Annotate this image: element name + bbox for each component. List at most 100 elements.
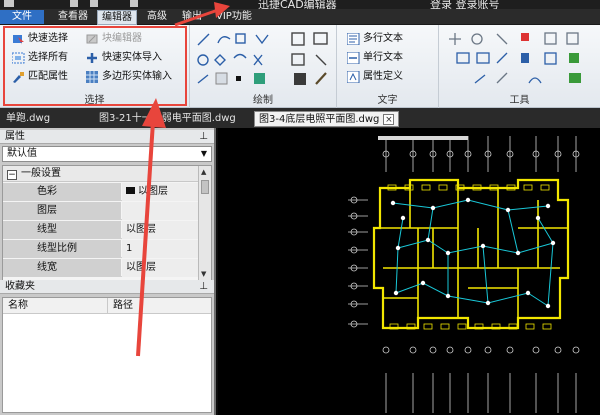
fixture-symbol xyxy=(425,237,431,243)
scroll-thumb[interactable] xyxy=(201,180,209,194)
fixture-symbol xyxy=(400,215,406,221)
cad-editor-window: 迅捷CAD编辑器 登录 登录账号 文件 查看器 编辑器 高级 输出 VIP功能 … xyxy=(0,0,600,415)
multiline-text-button[interactable]: 多行文本 xyxy=(347,31,403,47)
color-swatch-icon xyxy=(126,187,135,194)
fixture-symbol xyxy=(393,290,399,296)
menu-editor[interactable]: 编辑器 xyxy=(97,10,137,25)
property-name: 线型比例 xyxy=(3,240,121,258)
property-value[interactable] xyxy=(122,202,199,220)
properties-title: 属性 xyxy=(5,131,25,142)
property-row-layer[interactable]: 图层 xyxy=(3,202,199,220)
property-value[interactable]: 以图层 xyxy=(122,221,199,239)
window-mark xyxy=(457,323,467,330)
fixture-symbol xyxy=(420,280,426,286)
fixture-symbol xyxy=(445,293,451,299)
fixture-symbol xyxy=(535,215,541,221)
fixture-symbol xyxy=(550,240,556,246)
property-value[interactable]: 以图层 xyxy=(122,259,199,277)
single-line-text-button[interactable]: 单行文本 xyxy=(347,50,403,66)
ribbon-group-tools: 工具 xyxy=(439,25,600,108)
tools-group-label: 工具 xyxy=(509,95,530,106)
save-icon[interactable] xyxy=(130,0,138,7)
axis-bubble xyxy=(572,346,580,354)
fixture-symbol xyxy=(390,200,396,206)
menu-viewer[interactable]: 查看器 xyxy=(54,10,92,24)
fixture-symbol xyxy=(445,250,451,256)
tab-document-2[interactable]: 图3-21十一层弱电平面图.dwg xyxy=(95,111,240,127)
axis-bubble xyxy=(464,346,472,354)
property-name: 线型 xyxy=(3,221,121,239)
tab-document-3[interactable]: 图3-4底层电照平面图.dwg × xyxy=(254,111,400,127)
chevron-down-icon[interactable]: ▼ xyxy=(199,148,209,160)
axis-bubble xyxy=(506,346,514,354)
title-strip xyxy=(378,136,468,140)
attribute-definition-button[interactable]: 属性定义 xyxy=(347,69,403,85)
tab-document-3-label: 图3-4底层电照平面图.dwg xyxy=(259,114,380,125)
menu-vip[interactable]: VIP功能 xyxy=(212,10,256,24)
fixture-symbol xyxy=(505,207,511,213)
building-outline xyxy=(372,178,570,330)
app-logo-icon xyxy=(4,0,14,7)
properties-dropdown[interactable]: 默认值 ▼ xyxy=(2,146,212,162)
drawing-canvas[interactable] xyxy=(218,128,600,415)
property-row-linetype-scale[interactable]: 线型比例 1 xyxy=(3,240,199,258)
fixture-symbol xyxy=(395,245,401,251)
close-icon[interactable]: × xyxy=(383,114,395,125)
property-row-color[interactable]: 色彩 以图层 xyxy=(3,183,199,201)
property-value[interactable]: 以图层 xyxy=(122,183,199,201)
pin-icon[interactable]: ⊥ xyxy=(199,280,208,294)
login-text[interactable]: 登录 登录账号 xyxy=(430,0,500,9)
column-name[interactable]: 名称 xyxy=(3,298,107,314)
tab-document-1[interactable]: 单跑.dwg xyxy=(2,111,54,127)
attribute-definition-label: 属性定义 xyxy=(363,71,403,82)
scroll-down-icon[interactable]: ▼ xyxy=(201,270,206,278)
title-bar: 迅捷CAD编辑器 登录 登录账号 xyxy=(0,0,600,9)
new-file-icon[interactable] xyxy=(70,0,78,7)
window-mark xyxy=(438,184,448,191)
fixture-symbol xyxy=(545,303,551,309)
axis-bubble xyxy=(554,346,562,354)
wiring-run xyxy=(392,199,549,211)
pin-icon[interactable]: ⊥ xyxy=(199,130,208,144)
window-mark xyxy=(540,184,550,191)
draw-tools-icons xyxy=(197,32,328,85)
axis-bubble xyxy=(409,346,417,354)
general-settings-section[interactable]: − 一般设置 xyxy=(3,166,199,182)
property-name: 色彩 xyxy=(3,183,121,201)
ribbon-group-text: 多行文本 单行文本 属性定义 文字 xyxy=(337,25,439,108)
property-value-text: 以图层 xyxy=(138,186,168,197)
favorites-list: 名称 路径 xyxy=(2,297,212,413)
scroll-up-icon[interactable]: ▲ xyxy=(201,168,206,176)
ribbon-group-draw: 绘制 xyxy=(190,25,337,108)
menu-advanced[interactable]: 高级 xyxy=(143,10,171,24)
property-row-linetype[interactable]: 线型 以图层 xyxy=(3,221,199,239)
attribute-definition-icon xyxy=(347,71,360,83)
single-line-text-icon xyxy=(347,52,360,64)
property-row-lineweight[interactable]: 线宽 以图层 xyxy=(3,259,199,277)
tools-icons xyxy=(449,32,581,84)
window-mark xyxy=(525,323,535,330)
property-grid: − 一般设置 色彩 以图层 图层 线型 以图层 线型比例 1 线宽 以图层 ▲ … xyxy=(2,165,212,281)
window-mark xyxy=(421,184,431,191)
property-name: 图层 xyxy=(3,202,121,220)
property-scrollbar[interactable]: ▲ ▼ xyxy=(198,166,211,280)
fixture-symbol xyxy=(430,205,436,211)
multiline-text-label: 多行文本 xyxy=(363,33,403,44)
text-group-label: 文字 xyxy=(377,95,398,106)
fixture-symbol xyxy=(480,243,486,249)
column-path[interactable]: 路径 xyxy=(107,298,213,314)
window-mark xyxy=(440,323,450,330)
dropdown-value: 默认值 xyxy=(7,148,37,159)
axis-bubble xyxy=(429,346,437,354)
fixture-symbol xyxy=(465,197,471,203)
menu-output[interactable]: 输出 xyxy=(178,10,206,24)
property-value[interactable]: 1 xyxy=(122,240,199,258)
window-mark xyxy=(423,323,433,330)
document-tab-bar: 单跑.dwg 图3-21十一层弱电平面图.dwg 图3-4底层电照平面图.dwg… xyxy=(0,108,600,128)
menu-file[interactable]: 文件 xyxy=(0,10,44,24)
general-settings-label: 一般设置 xyxy=(21,168,61,179)
favorites-header: 收藏夹 ⊥ xyxy=(0,280,214,294)
collapse-icon[interactable]: − xyxy=(7,170,17,180)
open-file-icon[interactable] xyxy=(90,0,98,7)
window-title: 迅捷CAD编辑器 xyxy=(258,0,337,9)
